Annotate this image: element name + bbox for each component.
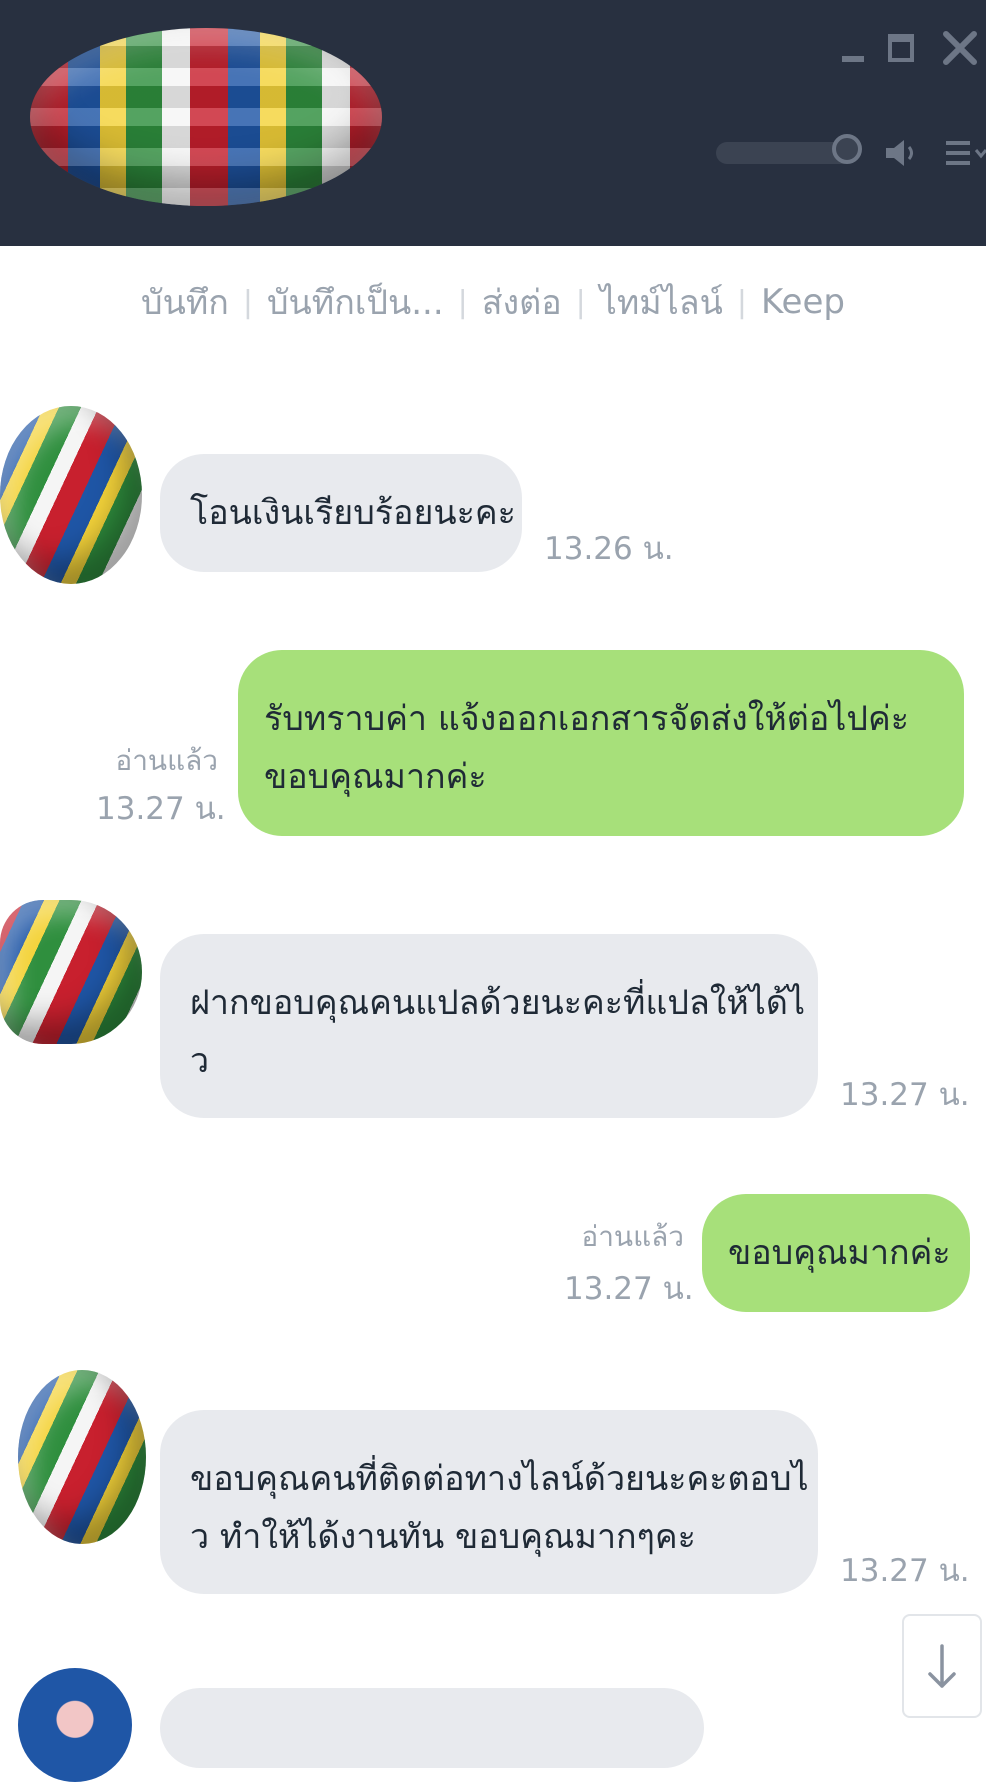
message-time: 13.27 น. (840, 1553, 970, 1589)
chat-toolbar: บันทึก | บันทึกเป็น... | ส่งต่อ | ไทม์ไล… (0, 272, 986, 332)
message-time: 13.27 น. (840, 1077, 970, 1113)
arrow-down-icon (928, 1644, 956, 1688)
message-text: ขอบคุณมากค่ะ (728, 1233, 951, 1273)
message-bubble-incoming[interactable]: ขอบคุณคนที่ติดต่อทางไลน์ด้วยนะคะตอบไ ว ท… (160, 1410, 818, 1594)
message-text: ว (190, 1041, 210, 1081)
toolbar-divider: | (457, 284, 468, 320)
message-bubble-outgoing[interactable]: ขอบคุณมากค่ะ (702, 1194, 970, 1312)
message-time: 13.26 น. (544, 531, 674, 567)
read-receipt: อ่านแล้ว (115, 744, 218, 777)
message-time: 13.27 น. (96, 791, 226, 827)
volume-slider-knob[interactable] (832, 134, 862, 164)
toolbar-forward[interactable]: ส่งต่อ (482, 275, 562, 329)
message-bubble-incoming[interactable]: ฝากขอบคุณคนแปลด้วยนะคะที่แปลให้ได้ไ ว (160, 934, 818, 1118)
message-time: 13.27 น. (564, 1271, 694, 1307)
toolbar-save[interactable]: บันทึก (141, 275, 229, 329)
speaker-icon[interactable] (884, 138, 918, 168)
message-text: โอนเงินเรียบร้อยนะคะ (190, 493, 516, 533)
toolbar-divider: | (242, 284, 253, 320)
toolbar-save-as[interactable]: บันทึกเป็น... (267, 275, 444, 329)
message-text: ขอบคุณคนที่ติดต่อทางไลน์ด้วยนะคะตอบไ (190, 1459, 809, 1499)
contact-avatar[interactable] (0, 406, 142, 584)
message-text: ว ทำให้ได้งานทัน ขอบคุณมากๆคะ (190, 1517, 696, 1557)
contact-avatar[interactable] (0, 900, 142, 1044)
read-receipt: อ่านแล้ว (581, 1220, 684, 1253)
contact-avatar-flags[interactable] (30, 28, 382, 206)
window-controls (836, 28, 986, 68)
scroll-to-bottom-button[interactable] (902, 1614, 982, 1718)
toolbar-keep[interactable]: Keep (761, 282, 845, 322)
toolbar-divider: | (575, 284, 586, 320)
message-bubble-outgoing[interactable]: รับทราบค่า แจ้งออกเอกสารจัดส่งให้ต่อไปค่… (238, 650, 964, 836)
contact-avatar[interactable] (18, 1370, 146, 1544)
chat-header (0, 0, 986, 246)
message-bubble-incoming[interactable]: โอนเงินเรียบร้อยนะคะ (160, 454, 522, 572)
toolbar-divider: | (736, 284, 747, 320)
message-text: ฝากขอบคุณคนแปลด้วยนะคะที่แปลให้ได้ไ (190, 983, 806, 1023)
message-text: รับทราบค่า แจ้งออกเอกสารจัดส่งให้ต่อไปค่… (264, 699, 909, 739)
message-text: ขอบคุณมากค่ะ (264, 757, 487, 797)
menu-icon[interactable] (944, 138, 986, 168)
message-bubble-incoming[interactable] (160, 1688, 704, 1768)
toolbar-timeline[interactable]: ไทม์ไลน์ (600, 275, 723, 329)
contact-avatar[interactable] (18, 1668, 132, 1782)
